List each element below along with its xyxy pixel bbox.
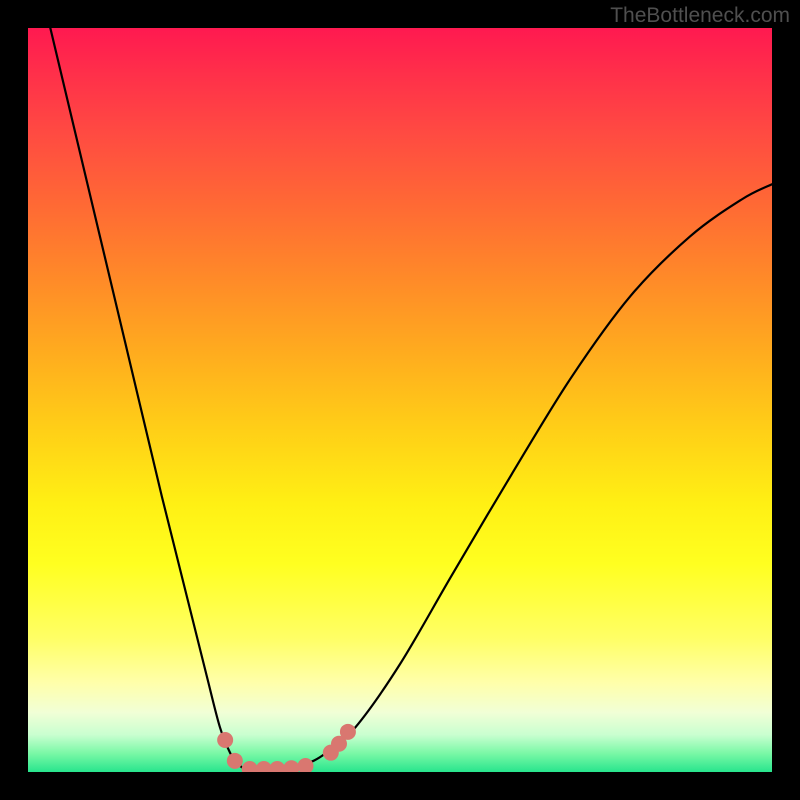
watermark-text: TheBottleneck.com [610, 4, 790, 28]
data-marker [269, 761, 285, 772]
data-marker [298, 758, 314, 772]
data-marker [227, 753, 243, 769]
curve-svg [28, 28, 772, 772]
plot-area [28, 28, 772, 772]
bottleneck-curve [50, 28, 772, 769]
data-marker [283, 760, 299, 772]
data-marker [217, 732, 233, 748]
data-markers [217, 724, 356, 772]
data-marker [242, 761, 258, 772]
chart-frame: TheBottleneck.com [0, 0, 800, 800]
data-marker [340, 724, 356, 740]
